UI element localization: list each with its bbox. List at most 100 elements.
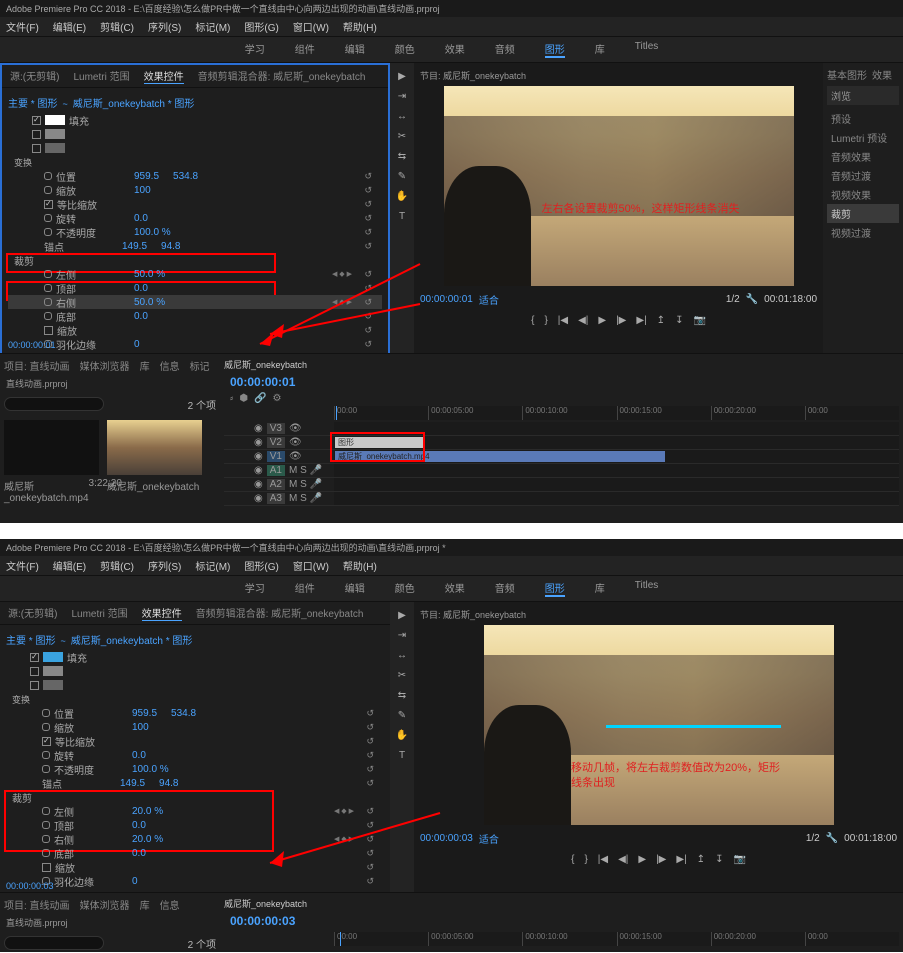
menu-edit[interactable]: 编辑(E) [53,19,86,34]
keyframe-nav[interactable]: ◀ ◆ ▶ [334,807,354,815]
ws-effects[interactable]: 效果 [445,41,465,58]
ws-audio[interactable]: 音频 [495,580,515,597]
tab-essential-graphics[interactable]: 基本图形 [827,71,867,82]
stopwatch-icon[interactable] [44,228,52,236]
hand-tool-icon[interactable]: ✋ [395,730,409,744]
hand-tool-icon[interactable]: ✋ [395,191,409,205]
fx-toggle[interactable] [30,681,39,690]
tab-effects[interactable]: 效果 [872,71,892,82]
keyframe-nav[interactable]: ◀ ◆ ▶ [332,298,352,306]
step-back-icon[interactable]: ◀| [618,854,628,865]
position-y[interactable]: 534.8 [173,171,198,182]
crop-right-value[interactable]: 20.0 % [132,834,163,845]
tab-project[interactable]: 项目: 直线动画 [4,358,70,373]
selection-tool-icon[interactable]: ▶ [395,610,409,624]
track-toggle-icon[interactable]: ◉ [254,423,263,434]
menu-marker[interactable]: 标记(M) [195,558,230,573]
fx-toggle[interactable] [32,130,41,139]
menu-bar[interactable]: 文件(F) 编辑(E) 剪辑(C) 序列(S) 标记(M) 图形(G) 窗口(W… [0,556,903,576]
tab-media-browser[interactable]: 媒体浏览器 [80,897,130,912]
play-icon[interactable]: ▶ [598,315,606,326]
reset-icon[interactable]: ↺ [366,806,374,817]
slip-tool-icon[interactable]: ⇆ [395,690,409,704]
fx-audio-trans[interactable]: 音频过渡 [827,166,899,185]
uniform-scale-checkbox[interactable] [44,200,53,209]
ws-graphics[interactable]: 图形 [545,41,565,58]
stopwatch-icon[interactable] [42,709,50,717]
step-back-icon[interactable]: ◀| [578,315,588,326]
ws-edit[interactable]: 编辑 [345,580,365,597]
menu-clip[interactable]: 剪辑(C) [100,558,134,573]
ripple-tool-icon[interactable]: ↔ [395,650,409,664]
stopwatch-icon[interactable] [44,172,52,180]
anchor-x[interactable]: 149.5 [122,241,147,252]
project-search-input[interactable] [4,936,104,950]
ws-titles[interactable]: Titles [635,580,659,597]
mark-in-icon[interactable]: { [571,854,574,865]
fx-video-trans[interactable]: 视频过渡 [827,223,899,242]
go-end-icon[interactable]: ▶| [676,854,686,865]
crop-bottom-value[interactable]: 0.0 [132,848,146,859]
timeline-clip-video[interactable]: 威尼斯_onekeybatch.mp4 [335,451,665,462]
reset-icon[interactable]: ↺ [366,778,374,789]
scale-value[interactable]: 100 [134,185,151,196]
go-start-icon[interactable]: |◀ [598,854,608,865]
position-y[interactable]: 534.8 [171,708,196,719]
track-label[interactable]: V2 [267,437,285,448]
project-search-input[interactable] [4,397,104,411]
stopwatch-icon[interactable] [44,186,52,194]
stopwatch-icon[interactable] [44,270,52,278]
ws-effects[interactable]: 效果 [445,580,465,597]
track-label[interactable]: A3 [267,493,285,504]
reset-icon[interactable]: ↺ [364,311,372,322]
timeline-timecode[interactable]: 00:00:00:03 [230,914,893,928]
tab-effect-controls[interactable]: 效果控件 [144,68,184,84]
pen-tool-icon[interactable]: ✎ [395,171,409,185]
ws-graphics[interactable]: 图形 [545,580,565,597]
reset-icon[interactable]: ↺ [364,325,372,336]
stopwatch-icon[interactable] [42,751,50,759]
menu-file[interactable]: 文件(F) [6,19,39,34]
fx-audio-effects[interactable]: 音频效果 [827,147,899,166]
menu-window[interactable]: 窗口(W) [293,558,329,573]
menu-graphics[interactable]: 图形(G) [244,558,278,573]
lift-icon[interactable]: ↥ [657,315,665,326]
scale-value[interactable]: 100 [132,722,149,733]
timeline-ruler[interactable]: 00:00 00:00:05:00 00:00:10:00 00:00:15:0… [334,932,899,946]
reset-icon[interactable]: ↺ [364,199,372,210]
go-start-icon[interactable]: |◀ [558,315,568,326]
track-toggle-icon[interactable]: ◉ [254,479,263,490]
track-select-tool-icon[interactable]: ⇥ [395,91,409,105]
zoom-checkbox[interactable] [44,326,53,335]
ws-titles[interactable]: Titles [635,41,659,58]
tab-info[interactable]: 信息 [160,897,180,912]
fill-color-swatch[interactable] [43,652,63,662]
fx-lumetri[interactable]: Lumetri 预设 [827,128,899,147]
link-icon[interactable]: 🔗 [254,393,266,404]
feather-value[interactable]: 0 [134,339,140,350]
export-frame-icon[interactable]: 📷 [733,854,745,865]
menu-help[interactable]: 帮助(H) [343,19,377,34]
tab-lumetri[interactable]: Lumetri 范围 [73,68,129,84]
extract-icon[interactable]: ↧ [715,854,723,865]
anchor-y[interactable]: 94.8 [159,778,178,789]
reset-icon[interactable]: ↺ [366,834,374,845]
keyframe-nav[interactable]: ◀ ◆ ▶ [332,270,352,278]
tab-audio-mixer[interactable]: 音频剪辑混合器: 威尼斯_onekeybatch [196,605,364,621]
monitor-scale[interactable]: 1/2 [726,294,740,305]
mark-in-icon[interactable]: { [531,315,534,326]
color-swatch[interactable] [43,680,63,690]
menu-sequence[interactable]: 序列(S) [148,19,181,34]
stopwatch-icon[interactable] [42,835,50,843]
slip-tool-icon[interactable]: ⇆ [395,151,409,165]
track-label[interactable]: A2 [267,479,285,490]
menu-window[interactable]: 窗口(W) [293,19,329,34]
track-label[interactable]: V3 [267,423,285,434]
rotation-value[interactable]: 0.0 [132,750,146,761]
tab-source[interactable]: 源:(无剪辑) [8,605,57,621]
timeline-timecode[interactable]: 00:00:00:01 [230,375,893,389]
settings-icon[interactable]: ⚙ [273,393,282,404]
stopwatch-icon[interactable] [42,807,50,815]
project-item[interactable]: 威尼斯_onekeybatch [107,420,202,504]
zoom-checkbox[interactable] [42,863,51,872]
